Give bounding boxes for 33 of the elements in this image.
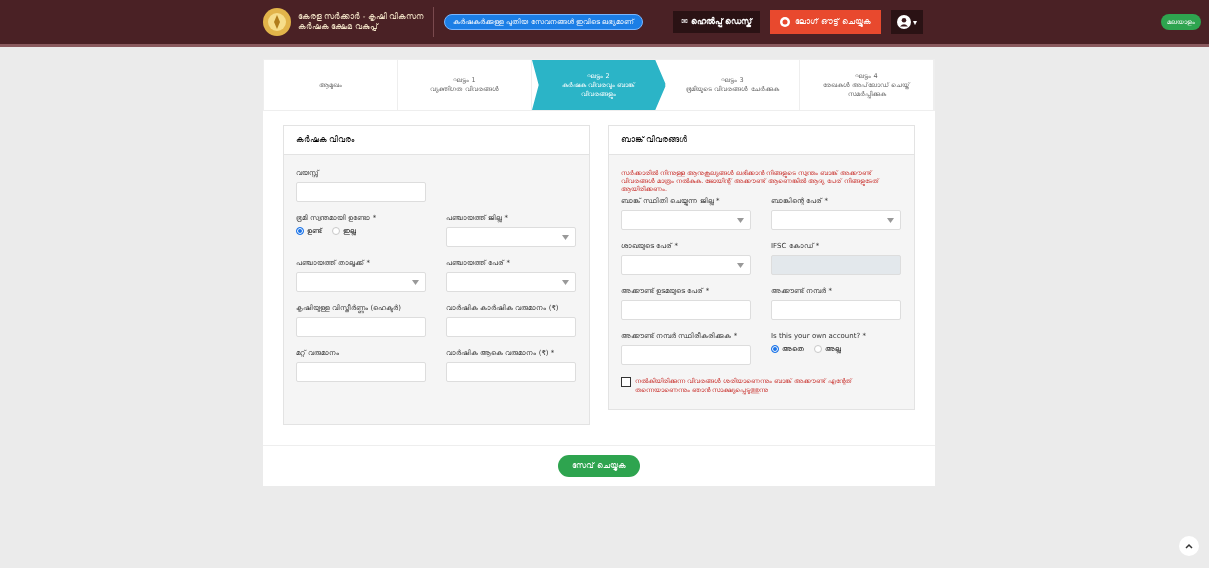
scroll-top-button[interactable] (1179, 536, 1199, 556)
caret-icon (412, 279, 419, 285)
power-icon (780, 17, 791, 27)
text-field[interactable] (621, 300, 751, 320)
text-field[interactable] (446, 362, 576, 382)
caret-icon (737, 262, 744, 268)
help-desk-button[interactable]: ✉ ഹെൽപ്പ് ഡെസ്ക് (673, 11, 761, 33)
user-icon (896, 15, 911, 29)
emblem-icon (262, 7, 292, 37)
checkbox[interactable] (621, 377, 631, 387)
dropdown-field[interactable] (446, 272, 576, 292)
user-menu-button[interactable]: ▾ (890, 10, 923, 34)
text-field[interactable] (296, 182, 426, 202)
dropdown-field[interactable] (446, 227, 576, 247)
text-field[interactable] (296, 362, 426, 382)
radio-button[interactable] (296, 227, 304, 235)
caret-icon (562, 279, 569, 285)
caret-icon (737, 217, 744, 223)
text-field[interactable] (446, 317, 576, 337)
dropdown-field[interactable] (296, 272, 426, 292)
radio-button[interactable] (332, 227, 340, 235)
chevron-up-icon (1185, 543, 1193, 549)
caret-icon (887, 217, 894, 223)
text-field[interactable] (621, 345, 751, 365)
radio-button[interactable] (771, 345, 779, 353)
logout-button[interactable]: ലോഗ് ഔട്ട് ചെയ്യുക (770, 10, 881, 34)
dropdown-field[interactable] (621, 255, 751, 275)
text-field[interactable] (296, 317, 426, 337)
dropdown-field[interactable] (621, 210, 751, 230)
dropdown-field[interactable] (771, 210, 901, 230)
text-field[interactable] (771, 300, 901, 320)
caret-icon (562, 234, 569, 240)
radio-button[interactable] (814, 345, 822, 353)
